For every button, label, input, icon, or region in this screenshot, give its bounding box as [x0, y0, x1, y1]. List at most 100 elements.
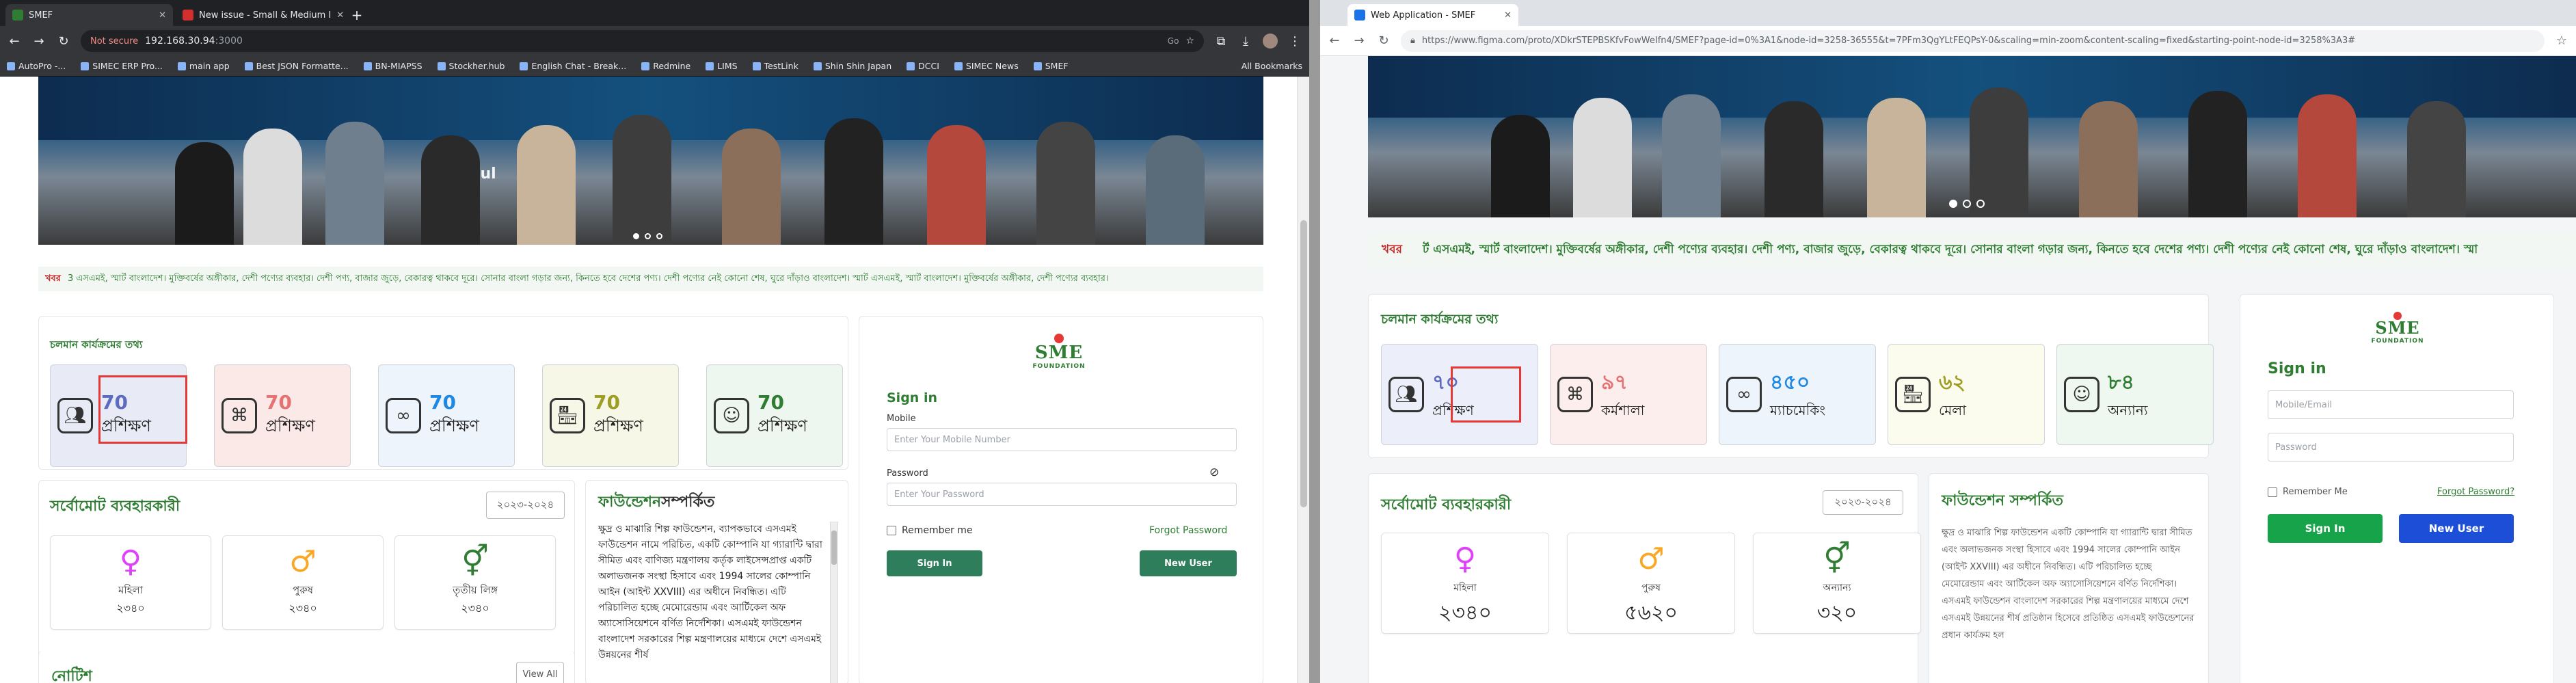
forgot-password-link[interactable]: Forgot Password? — [2437, 487, 2514, 497]
person — [2407, 101, 2466, 217]
address-bar[interactable]: Not secure 192.168.30.94:3000 Go ☆ — [81, 30, 1204, 52]
reload-icon[interactable]: ↻ — [1376, 34, 1391, 48]
carousel-dot[interactable] — [645, 233, 651, 239]
year-select[interactable]: ২০২৩-২০২৪ — [1823, 490, 1903, 515]
program-tile[interactable]: ☺︎ 70 প্রশিক্ষণ — [706, 364, 843, 467]
carousel-dot[interactable] — [656, 233, 662, 239]
password-input[interactable]: Enter Your Password — [887, 483, 1237, 506]
person — [1662, 94, 1721, 217]
page-scrollbar[interactable] — [1297, 77, 1309, 683]
bookmark-item[interactable]: main app — [177, 61, 230, 71]
password-input[interactable]: Password — [2268, 433, 2514, 461]
program-icon: ∞ — [386, 398, 421, 433]
bookmark-label: English Chat - Break... — [531, 61, 627, 71]
bookmark-favicon-icon — [813, 62, 822, 70]
program-tile[interactable]: ∞ 70 প্রশিক্ষণ — [378, 364, 515, 467]
program-label: প্রশিক্ষণ — [757, 416, 807, 436]
new-user-button[interactable]: New User — [1140, 550, 1237, 576]
program-tile[interactable]: ☺︎ ৮৪ অন্যান্য — [2056, 344, 2214, 445]
foundation-title-a: ফাউন্ডেশন — [598, 494, 662, 511]
user-stat-label: মহিলা — [118, 584, 144, 596]
ticker-label: খবর — [1382, 243, 1402, 256]
user-stat-value: ২৩৪০ — [1438, 601, 1492, 625]
carousel-dot[interactable] — [1976, 200, 1985, 208]
address-bar[interactable]: 🔒︎ https://www.figma.com/proto/XDkrSTEPB… — [1401, 29, 2545, 52]
inner-scrollbar[interactable] — [830, 522, 838, 683]
bookmark-item[interactable]: Shin Shin Japan — [813, 61, 891, 71]
back-icon[interactable]: ← — [1327, 34, 1342, 48]
signin-card: SME FOUNDATION Sign in Mobile/Email Pass… — [2240, 294, 2554, 683]
gender-icon: ⚥ — [1823, 541, 1851, 576]
extensions-icon[interactable]: ⧉ — [1213, 34, 1229, 49]
view-all-button[interactable]: View All — [516, 662, 564, 683]
mobile-email-input[interactable]: Mobile/Email — [2268, 390, 2514, 419]
users-card: সর্বোমোট ব্যবহারকারী ২০২৩-২০২৪ ♀ মহিলা ২৩৪… — [1368, 473, 1921, 683]
carousel-dot[interactable] — [633, 233, 639, 239]
program-tile[interactable]: ∞ ৪৫০ ম্যাচমেকিং — [1719, 344, 1876, 445]
person — [517, 125, 576, 245]
signin-button[interactable]: Sign In — [887, 550, 982, 576]
carousel-dot[interactable] — [1949, 200, 1957, 208]
eye-off-icon[interactable]: ⊘ — [1209, 466, 1219, 479]
remember-checkbox[interactable] — [2268, 487, 2277, 497]
menu-icon[interactable]: ⋮ — [1287, 34, 1302, 49]
forgot-password-link[interactable]: Forgot Password — [1149, 525, 1227, 536]
scroll-thumb[interactable] — [1300, 220, 1307, 507]
hero-carousel[interactable]: 19 Jul — [38, 77, 1263, 245]
forward-icon[interactable]: → — [31, 34, 46, 49]
new-user-button[interactable]: New User — [2399, 514, 2514, 543]
year-select[interactable]: ২০২৩-২০২৪ — [486, 492, 565, 519]
star-icon[interactable]: ☆ — [1185, 36, 1194, 46]
signin-button[interactable]: Sign In — [2268, 514, 2383, 543]
mobile-input[interactable]: Enter Your Mobile Number — [887, 428, 1237, 451]
lock-icon[interactable]: 🔒︎ — [1410, 36, 1415, 46]
remember-checkbox[interactable] — [887, 526, 896, 535]
programs-title: চলমান কার্যক্রমের তথ্য — [50, 338, 143, 351]
bookmark-favicon-icon — [641, 62, 650, 70]
translate-icon[interactable]: Go — [1168, 36, 1179, 46]
browser-window-right: Web Application - SMEF ✕ ← → ↻ 🔒︎ https:… — [1320, 0, 2576, 683]
bookmark-item[interactable]: DCCI — [907, 61, 939, 71]
bookmark-item[interactable]: BN-MIAPSS — [363, 61, 422, 71]
back-icon[interactable]: ← — [7, 34, 22, 49]
tab-new-issue[interactable]: New issue - Small & Medium I ✕ — [176, 4, 343, 26]
star-icon[interactable]: ☆ — [2554, 34, 2569, 48]
program-tile[interactable]: ⌘ 70 প্রশিক্ষণ — [214, 364, 351, 467]
tab-web-application[interactable]: Web Application - SMEF ✕ — [1347, 4, 1518, 26]
bookmark-item[interactable]: SIMEC ERP Pro... — [81, 61, 163, 71]
bookmark-item[interactable]: LIMS — [706, 61, 738, 71]
new-tab-button[interactable]: + — [346, 4, 368, 26]
program-icon: ☺︎ — [2064, 377, 2099, 412]
bookmark-item[interactable]: Best JSON Formatte... — [244, 61, 349, 71]
close-icon[interactable]: ✕ — [336, 10, 343, 21]
not-secure-badge[interactable]: Not secure — [90, 36, 138, 46]
bookmark-item[interactable]: Stockher.hub — [437, 61, 505, 71]
person — [1491, 115, 1550, 217]
reload-icon[interactable]: ↻ — [56, 34, 71, 49]
download-icon[interactable]: ⤓ — [1238, 34, 1253, 49]
all-bookmarks[interactable]: All Bookmarks — [1242, 61, 1302, 71]
forward-icon[interactable]: → — [1352, 34, 1367, 48]
user-stat-label: পুরুষ — [293, 584, 313, 596]
person — [325, 122, 384, 245]
person — [722, 129, 781, 245]
close-icon[interactable]: ✕ — [1504, 10, 1512, 21]
program-tile[interactable]: ⌘ ৯৭ কর্মশালা — [1550, 344, 1707, 445]
bookmark-item[interactable]: Redmine — [641, 61, 690, 71]
scroll-thumb[interactable] — [831, 531, 837, 565]
avatar[interactable] — [1263, 34, 1278, 49]
tab-smef[interactable]: SMEF ✕ — [5, 4, 173, 26]
person — [421, 135, 480, 245]
bookmark-item[interactable]: TestLink — [752, 61, 799, 71]
bookmark-item[interactable]: English Chat - Break... — [520, 61, 626, 71]
bookmark-item[interactable]: SMEF — [1033, 61, 1069, 71]
carousel-dot[interactable] — [1963, 200, 1971, 208]
foundation-card: ফাউন্ডেশন সম্পর্কিত ক্ষুদ্র ও মাঝারি শিল… — [1929, 473, 2209, 683]
program-tile[interactable]: 🏪︎ ৬২ মেলা — [1888, 344, 2045, 445]
bookmark-item[interactable]: SIMEC News — [954, 61, 1019, 71]
program-tile[interactable]: 🏪︎ 70 প্রশিক্ষণ — [542, 364, 679, 467]
close-icon[interactable]: ✕ — [159, 10, 166, 21]
hero-carousel[interactable] — [1368, 56, 2576, 217]
bookmark-item[interactable]: AutoPro -... — [7, 61, 66, 71]
signin-title: Sign in — [2268, 360, 2326, 377]
